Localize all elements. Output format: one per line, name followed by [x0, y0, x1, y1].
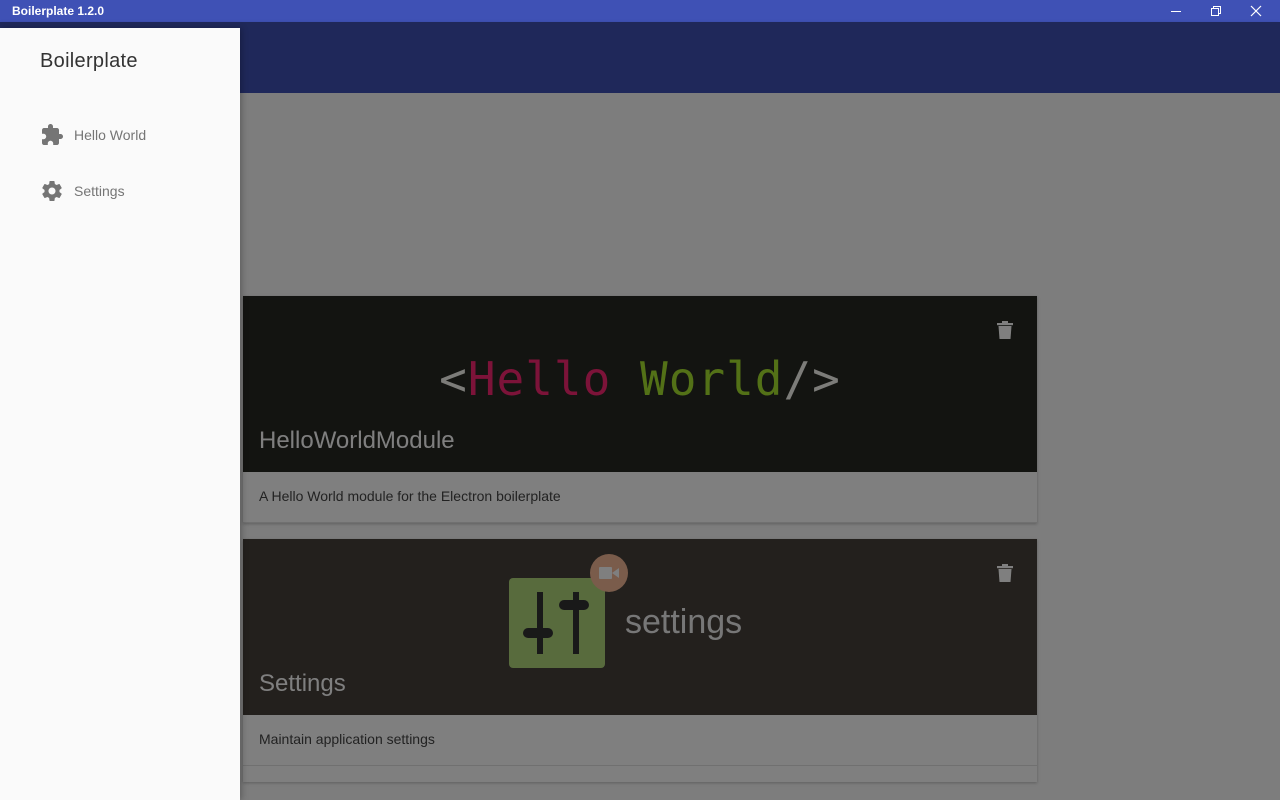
- restore-icon: [1211, 6, 1221, 16]
- navigation-drawer: Boilerplate Hello World Settings: [0, 28, 240, 800]
- window-titlebar: Boilerplate 1.2.0: [0, 0, 1280, 22]
- drawer-title: Boilerplate: [40, 50, 138, 72]
- nav-item-label: Settings: [74, 183, 125, 199]
- nav-item-hello-world[interactable]: Hello World: [0, 113, 240, 157]
- close-icon: [1250, 5, 1262, 17]
- minimize-icon: [1171, 11, 1181, 12]
- nav-item-label: Hello World: [74, 127, 147, 143]
- nav-item-settings[interactable]: Settings: [0, 169, 240, 213]
- close-button[interactable]: [1236, 0, 1276, 22]
- puzzle-icon: [40, 123, 64, 147]
- gear-icon: [40, 179, 64, 203]
- minimize-button[interactable]: [1156, 0, 1196, 22]
- restore-button[interactable]: [1196, 0, 1236, 22]
- window-title: Boilerplate 1.2.0: [12, 4, 105, 18]
